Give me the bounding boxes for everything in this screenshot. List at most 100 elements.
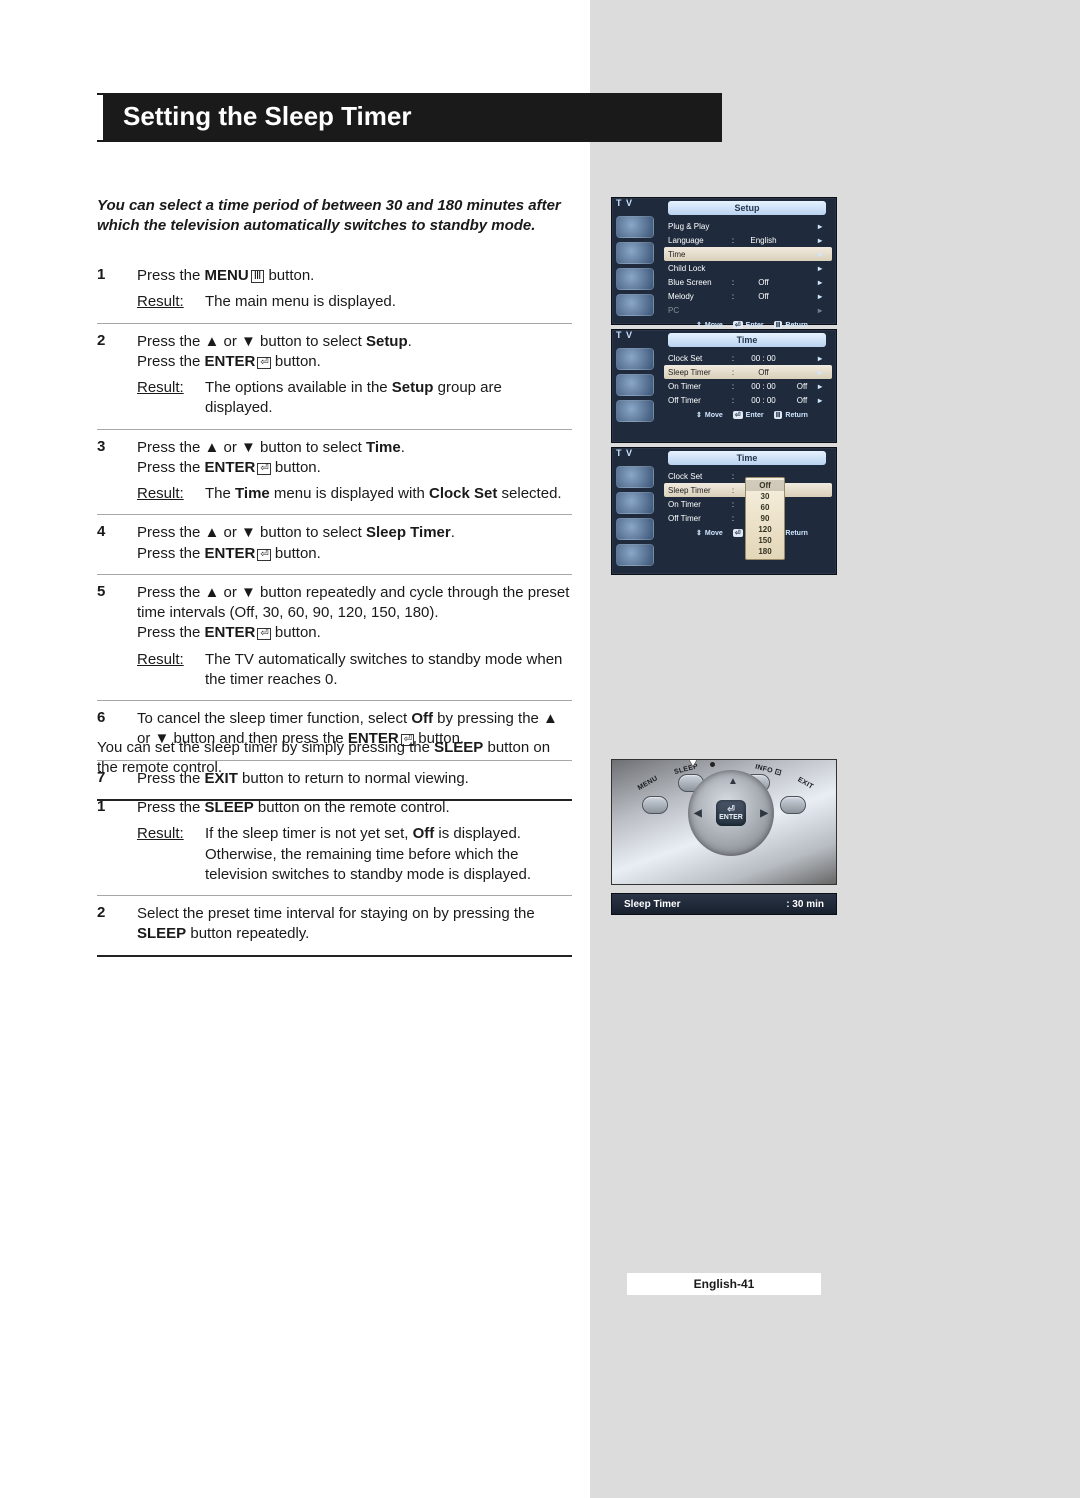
time-label: Time — [366, 439, 401, 456]
chevron-right-icon: ▸ — [818, 222, 828, 231]
remote-step-1: 1 Press the SLEEP button on the remote c… — [97, 790, 572, 896]
text: button. — [271, 545, 321, 562]
osd-icon — [616, 242, 654, 264]
osd-row: Sleep Timer:Off▸ — [664, 365, 832, 379]
osd-row: Time▸ — [664, 247, 832, 261]
step-1: 1 Press the MENUⅢ button. Result: The ma… — [97, 258, 572, 324]
step-body: Press the ▲ or ▼ button to select Time. … — [137, 438, 572, 505]
remote-btn-menu[interactable] — [642, 796, 668, 814]
osd-row-label: Language — [668, 236, 725, 245]
osd-row-colon: : — [729, 278, 737, 287]
remote-control: MENU SLEEP INFO ⊡ EXIT ▲ ◀ ▶ ⏎ ENTER — [611, 759, 837, 885]
step-number: 4 — [97, 523, 115, 564]
title-container: Setting the Sleep Timer — [97, 93, 722, 142]
result-text: If the sleep timer is not yet set, Off i… — [205, 824, 572, 885]
osd-row-label: On Timer — [668, 500, 725, 509]
enter-label: ENTER — [205, 353, 256, 370]
remote-btn-enter[interactable]: ⏎ ENTER — [716, 800, 746, 826]
sleep-label: SLEEP — [205, 799, 254, 816]
result-label: Result: — [137, 824, 187, 885]
osd-row: Language:English▸ — [668, 233, 828, 247]
text: button. — [271, 459, 321, 476]
osd-icon — [616, 216, 654, 238]
osd-row: Child Lock▸ — [668, 261, 828, 275]
osd-row-label: PC — [668, 306, 725, 315]
return-icon: Ⅲ — [774, 321, 783, 329]
page-title: Setting the Sleep Timer — [97, 95, 722, 140]
osd-row-label: Off Timer — [668, 396, 725, 405]
chevron-right-icon: ▸ — [818, 306, 828, 315]
osd-icon — [616, 400, 654, 422]
osd-row-value: Off — [741, 292, 786, 301]
text: Press the — [137, 624, 205, 641]
osd-rows: Clock Set:00 : 00▸Sleep Timer:Off▸On Tim… — [668, 351, 828, 407]
sleep-label: SLEEP — [137, 925, 186, 942]
result-text: The TV automatically switches to standby… — [205, 650, 572, 691]
intro-text: You can select a time period of between … — [97, 196, 572, 237]
osd-icon — [616, 518, 654, 540]
osd-row-label: Sleep Timer — [668, 368, 725, 377]
osd-row-colon: : — [729, 382, 737, 391]
enter-icon: ⏎ — [727, 805, 735, 814]
text: . — [408, 333, 412, 350]
text: button. — [271, 624, 321, 641]
hint-return: Return — [785, 530, 808, 537]
osd-row: Melody:Off▸ — [668, 289, 828, 303]
osd-row: Clock Set:00 : 00▸ — [668, 351, 828, 365]
text: button. — [271, 353, 321, 370]
osd-setup: T V Setup Plug & Play▸Language:English▸T… — [611, 197, 837, 325]
text: . — [451, 524, 455, 541]
sleep-label: SLEEP — [434, 739, 483, 756]
dpad-right-icon: ▶ — [760, 808, 768, 819]
off-label: Off — [411, 710, 433, 727]
step-body: Select the preset time interval for stay… — [137, 904, 572, 945]
osd-row: Plug & Play▸ — [668, 219, 828, 233]
osd-row: Off Timer:00 : 00Off▸ — [668, 393, 828, 407]
step-5: 5 Press the ▲ or ▼ button repeatedly and… — [97, 575, 572, 701]
chevron-right-icon: ▸ — [818, 382, 828, 391]
step-4: 4 Press the ▲ or ▼ button to select Slee… — [97, 515, 572, 575]
osd-row-value: 00 : 00 — [741, 382, 786, 391]
step-body: Press the ▲ or ▼ button to select Sleep … — [137, 523, 572, 564]
step-body: Press the SLEEP button on the remote con… — [137, 798, 572, 885]
enter-icon: ⏎ — [733, 529, 743, 537]
off-label: Off — [413, 825, 435, 842]
osd-time-popup: T V Time Clock Set:Sleep Timer:On Timer:… — [611, 447, 837, 575]
setup-label: Setup — [392, 379, 434, 396]
osd-row-value: Off — [741, 368, 786, 377]
steps-remote: 1 Press the SLEEP button on the remote c… — [97, 790, 572, 957]
step-number: 5 — [97, 583, 115, 690]
osd-row: PC ▸ — [668, 303, 828, 317]
text: button. — [264, 267, 314, 284]
return-icon: Ⅲ — [774, 411, 783, 419]
text: Press the — [137, 799, 205, 816]
osd-row-colon: : — [729, 368, 737, 377]
osd-row-value: 00 : 00 — [741, 396, 786, 405]
step-body: Press the ▲ or ▼ button to select Setup.… — [137, 332, 572, 419]
osd-icon — [616, 466, 654, 488]
menu-icon: Ⅲ — [251, 270, 265, 283]
osd-row-colon: : — [729, 514, 737, 523]
osd-row-extra: Off — [790, 396, 814, 405]
tv-badge: T V — [616, 198, 633, 208]
chevron-right-icon: ▸ — [818, 396, 828, 405]
hint-move: Move — [705, 530, 723, 537]
osd-row: Blue Screen:Off▸ — [668, 275, 828, 289]
step-body: Press the MENUⅢ button. Result: The main… — [137, 266, 572, 313]
remote-btn-exit[interactable] — [780, 796, 806, 814]
tv-badge: T V — [616, 330, 633, 340]
result-label: Result: — [137, 378, 187, 419]
status-left: Sleep Timer — [624, 899, 681, 910]
osd-icon-column — [616, 216, 664, 316]
text: Press the ▲ or ▼ button to select — [137, 333, 366, 350]
move-icon: ⇕ — [696, 529, 702, 537]
text: If the sleep timer is not yet set, — [205, 825, 413, 842]
dpad-up-icon: ▲ — [728, 776, 738, 787]
text: Press the — [137, 267, 205, 284]
text: Select the preset time interval for stay… — [137, 905, 535, 922]
chevron-right-icon: ▸ — [818, 292, 828, 301]
remote-dpad[interactable]: ▲ ◀ ▶ ⏎ ENTER — [688, 770, 774, 856]
remote-step-2: 2 Select the preset time interval for st… — [97, 896, 572, 957]
osd-row-extra: Off — [790, 382, 814, 391]
osd-row-colon: : — [729, 292, 737, 301]
